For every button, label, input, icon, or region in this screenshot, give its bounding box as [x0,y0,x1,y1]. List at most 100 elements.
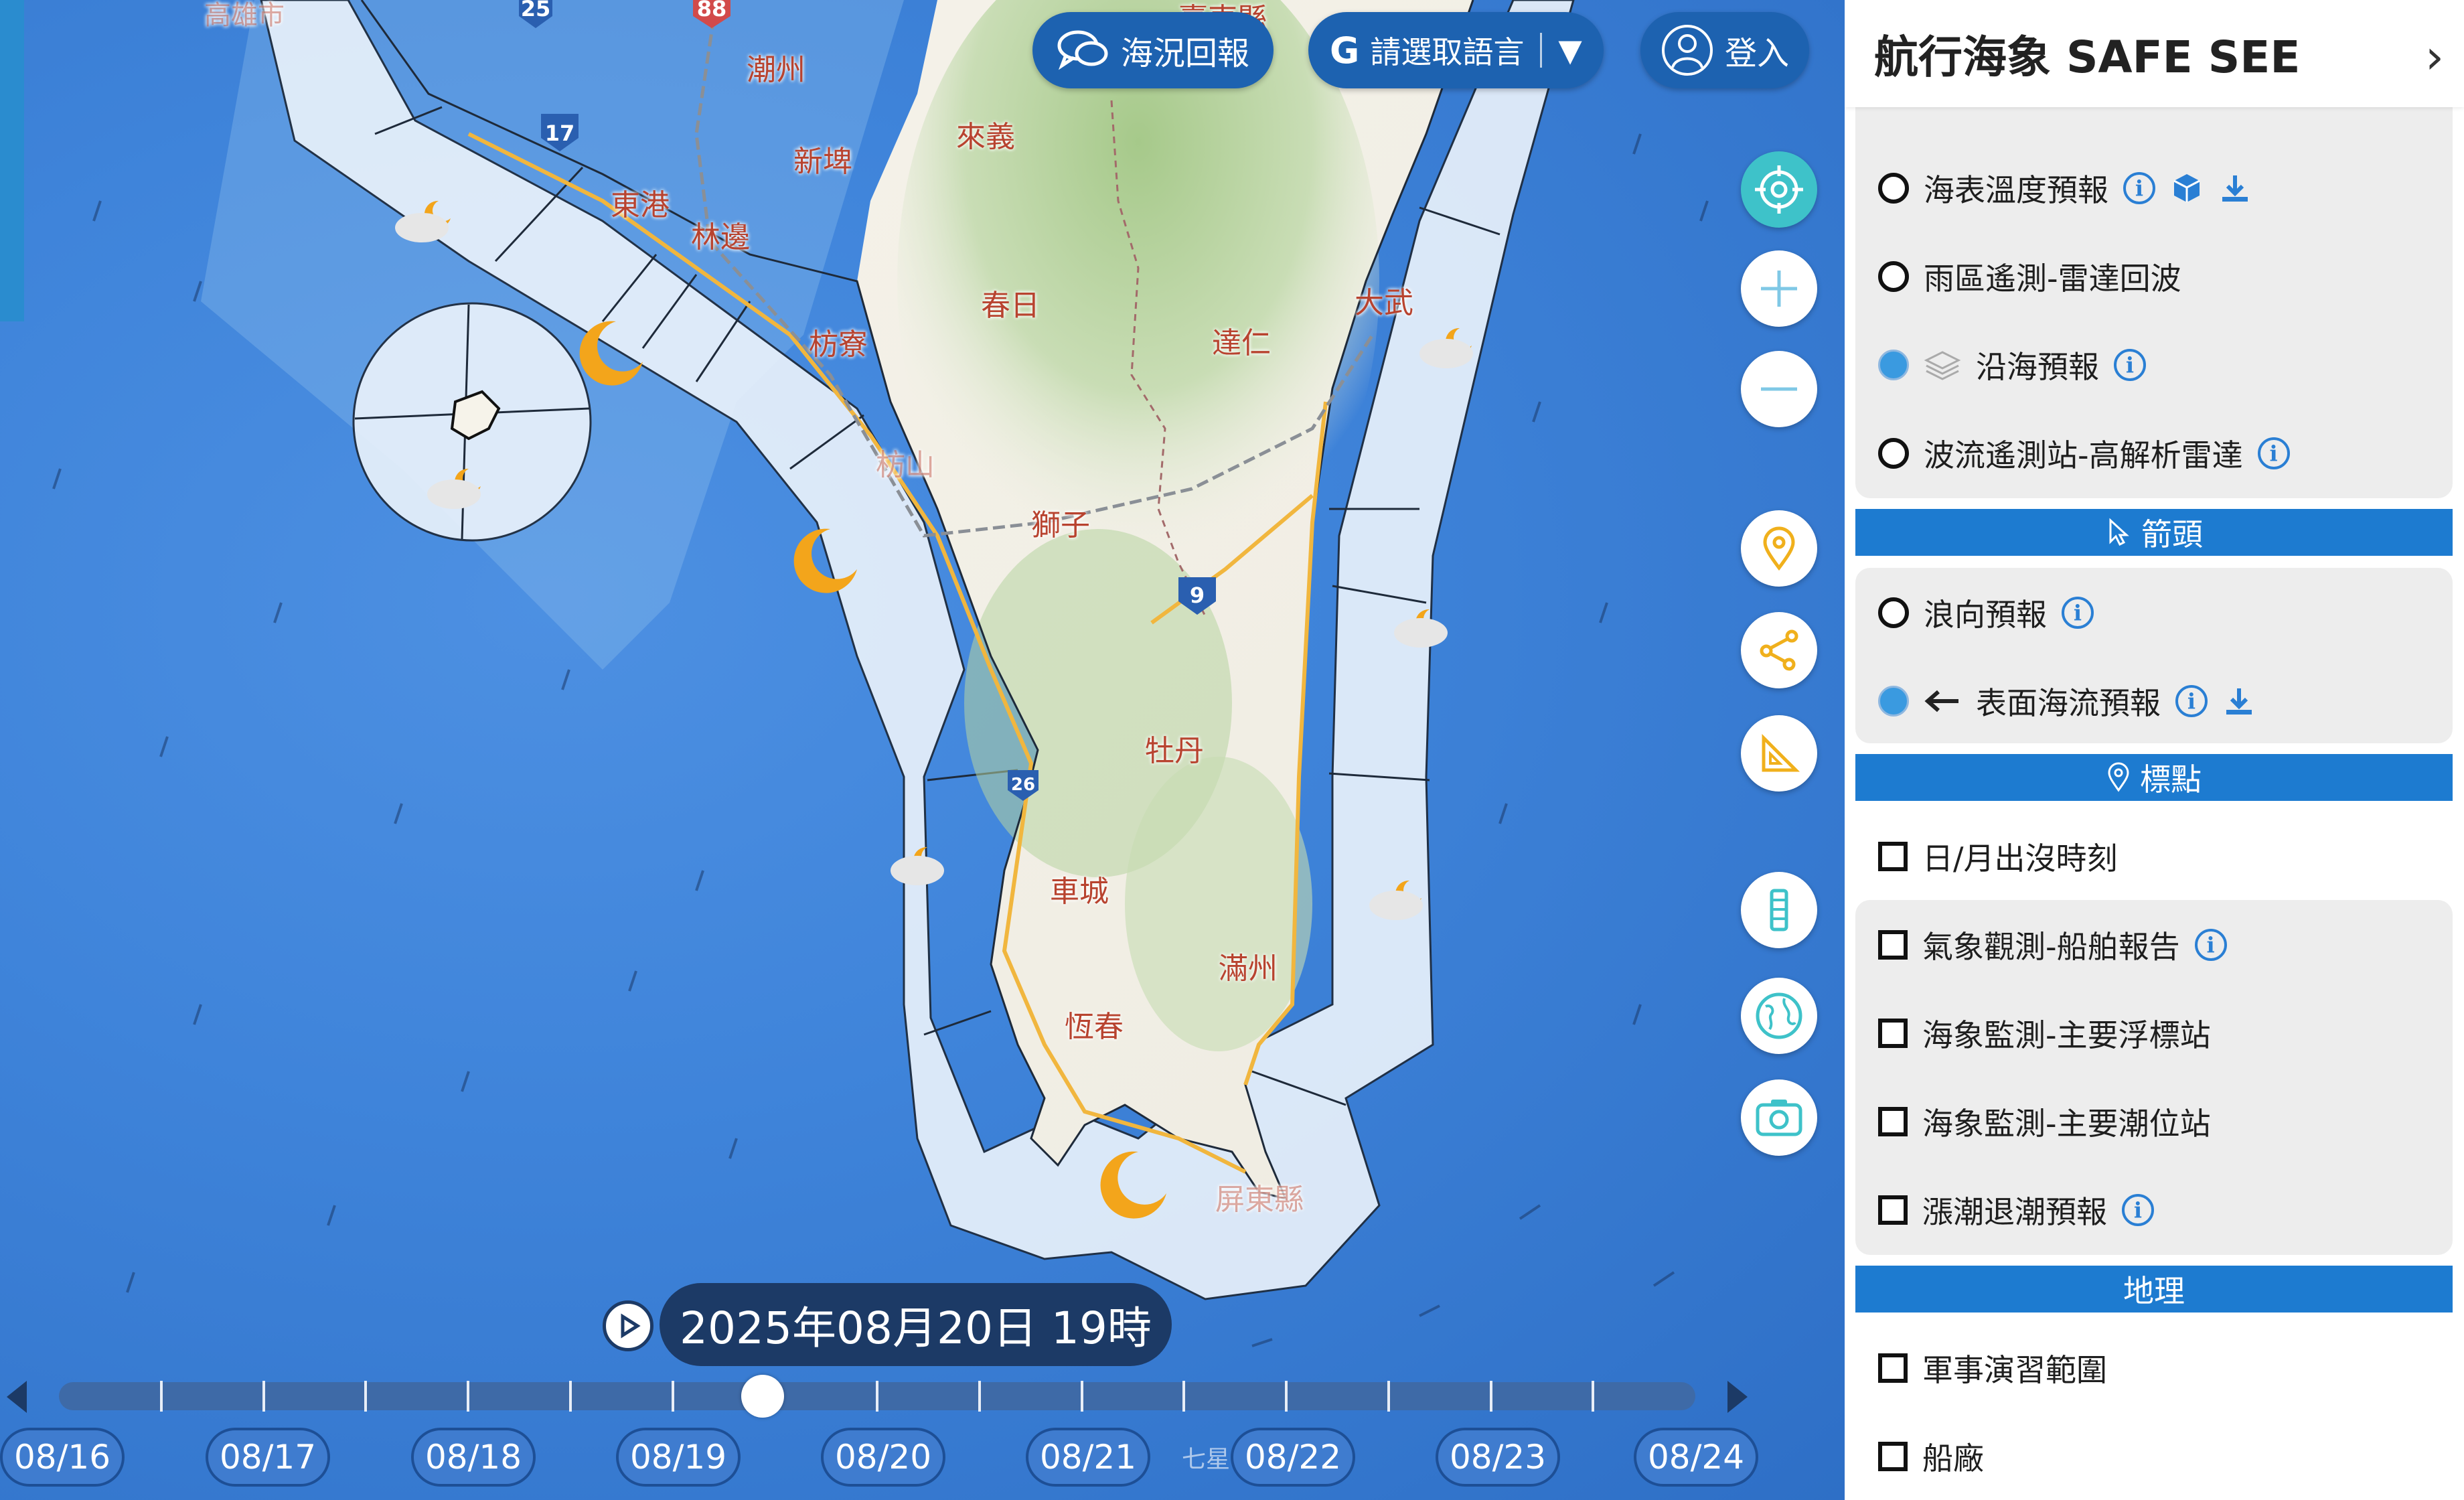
layer-label: 表面海流預報 [1976,685,2161,721]
info-icon[interactable]: i [2123,172,2155,204]
layer-row-tide-station[interactable]: 海象監測-主要潮位站 [1878,1085,2211,1158]
cloud-moon-icon [395,200,451,242]
legend-button[interactable] [1741,872,1817,948]
timeline-next-icon[interactable] [1727,1381,1748,1413]
layer-checkbox[interactable] [1878,1019,1908,1048]
cloud-moon-icon [1369,880,1423,920]
weather-icons: 25 88 17 9 26 [395,0,1473,1219]
timeline-knob[interactable] [741,1375,784,1418]
zoom-out-button[interactable] [1741,351,1817,427]
download-icon[interactable] [2218,171,2252,205]
timeline-tick [1387,1381,1390,1412]
layer-row-sun-moon[interactable]: 日/月出沒時刻 [1878,820,2118,893]
sea-report-button[interactable]: 海況回報 [1032,12,1274,88]
timeline-tick [568,1381,572,1412]
layer-label: 軍事演習範圍 [1922,1352,2107,1388]
place-label: 達仁 [1212,326,1271,360]
layer-checkbox[interactable] [1878,1442,1908,1471]
map-view[interactable]: 25 88 17 9 26 高雄市 臺東縣 潮州 新埤 來義 東港 林邊 春日 … [0,0,1845,1500]
cloud-moon-icon [1419,327,1473,368]
layer-radio[interactable] [1878,173,1909,204]
place-label: 滿州 [1219,952,1278,986]
layer-radio-selected[interactable] [1878,350,1909,380]
layer-label: 浪向預報 [1924,597,2047,633]
panel-header: 航行海象 SAFE SEE › [1845,0,2464,107]
layer-label: 日/月出沒時刻 [1922,840,2118,877]
play-button[interactable] [603,1300,653,1351]
layer-checkbox[interactable] [1878,1353,1908,1383]
section-title: 箭頭 [2141,516,2203,552]
layer-row-sst[interactable]: 海表溫度預報 i [1878,151,2252,225]
layer-radio[interactable] [1878,438,1909,469]
plus-icon [1761,271,1797,307]
current-time-label: 2025年08月20日 19時 [660,1283,1172,1366]
cloud-moon-icon [891,846,944,885]
layers-stack-icon[interactable] [1924,348,1961,382]
basemap-button[interactable] [1741,978,1817,1054]
timeline-tick [1489,1381,1492,1412]
date-button-0819[interactable]: 08/19 [616,1428,741,1487]
place-label: 獅子 [1031,508,1090,542]
layer-checkbox[interactable] [1878,842,1908,871]
date-button-0818[interactable]: 08/18 [411,1428,536,1487]
info-icon[interactable]: i [2062,597,2094,629]
timeline-tick [262,1381,265,1412]
language-select[interactable]: G 請選取語言 ▼ [1308,12,1604,88]
layer-row-radar[interactable]: 雨區遙測-雷達回波 [1878,240,2181,313]
layer-label: 沿海預報 [1976,349,2099,385]
date-button-0824[interactable]: 08/24 [1634,1428,1758,1487]
locate-button[interactable] [1741,151,1817,228]
login-button[interactable]: 登入 [1640,12,1810,88]
layer-row-hf-radar[interactable]: 波流遙測站-高解析雷達 i [1878,417,2290,490]
info-icon[interactable]: i [2194,929,2227,961]
section-title: 標點 [2140,761,2202,798]
layer-row-wave-direction[interactable]: 浪向預報 i [1878,576,2094,650]
download-icon[interactable] [2222,684,2256,718]
layer-label: 海表溫度預報 [1924,172,2108,208]
moon-icon [793,528,857,593]
layer-row-coastal[interactable]: 沿海預報 i [1878,328,2146,402]
layer-checkbox[interactable] [1878,930,1908,960]
date-button-0817[interactable]: 08/17 [206,1428,330,1487]
section-header-points: 標點 [1855,754,2453,801]
layer-row-surface-current[interactable]: 表面海流預報 i [1878,664,2256,738]
layer-row-tide-forecast[interactable]: 漲潮退潮預報 i [1878,1173,2154,1247]
layer-row-military[interactable]: 軍事演習範圍 [1878,1331,2107,1405]
layer-panel: 航行海象 SAFE SEE › 海表溫度預報 i 雨區遙測-雷達回波 沿海預報 … [1845,0,2464,1500]
info-icon[interactable]: i [2175,685,2208,717]
road-shield: 88 [693,0,730,28]
place-label: 恆春 [1065,1010,1124,1044]
timeline-prev-icon[interactable] [7,1381,27,1413]
info-icon[interactable]: i [2122,1194,2154,1226]
road-shield-label: 25 [521,0,551,21]
layer-radio[interactable] [1878,597,1909,628]
collapse-panel-icon[interactable]: › [2425,29,2444,84]
date-button-0820[interactable]: 08/20 [821,1428,945,1487]
panel-title: 航行海象 SAFE SEE [1874,31,2301,83]
chevron-down-icon: ▼ [1558,32,1582,68]
layer-checkbox[interactable] [1878,1195,1908,1225]
screenshot-button[interactable] [1741,1079,1817,1156]
layer-checkbox[interactable] [1878,1107,1908,1136]
layer-radio-selected[interactable] [1878,686,1909,717]
date-button-0821[interactable]: 08/21 [1026,1428,1150,1487]
date-button-0822[interactable]: 08/22 [1231,1428,1355,1487]
layer-radio[interactable] [1878,261,1909,292]
section-header-arrows: 箭頭 [1855,509,2453,556]
mark-point-button[interactable] [1741,510,1817,587]
date-button-0823[interactable]: 08/23 [1436,1428,1560,1487]
timeline-tick [159,1381,163,1412]
cube-icon[interactable] [2170,171,2204,205]
map-pin-icon [1763,526,1795,571]
info-icon[interactable]: i [2257,437,2290,469]
globe-icon [1756,992,1802,1039]
place-label: 屏東縣 [1215,1183,1304,1217]
layer-row-shipyard[interactable]: 船廠 [1878,1420,1984,1493]
measure-button[interactable] [1741,715,1817,792]
route-button[interactable] [1741,612,1817,688]
info-icon[interactable]: i [2114,349,2146,381]
date-button-0816[interactable]: 08/16 [0,1428,125,1487]
layer-row-buoy[interactable]: 海象監測-主要浮標站 [1878,996,2211,1070]
layer-row-ship-report[interactable]: 氣象觀測-船舶報告 i [1878,908,2227,982]
zoom-in-button[interactable] [1741,250,1817,327]
